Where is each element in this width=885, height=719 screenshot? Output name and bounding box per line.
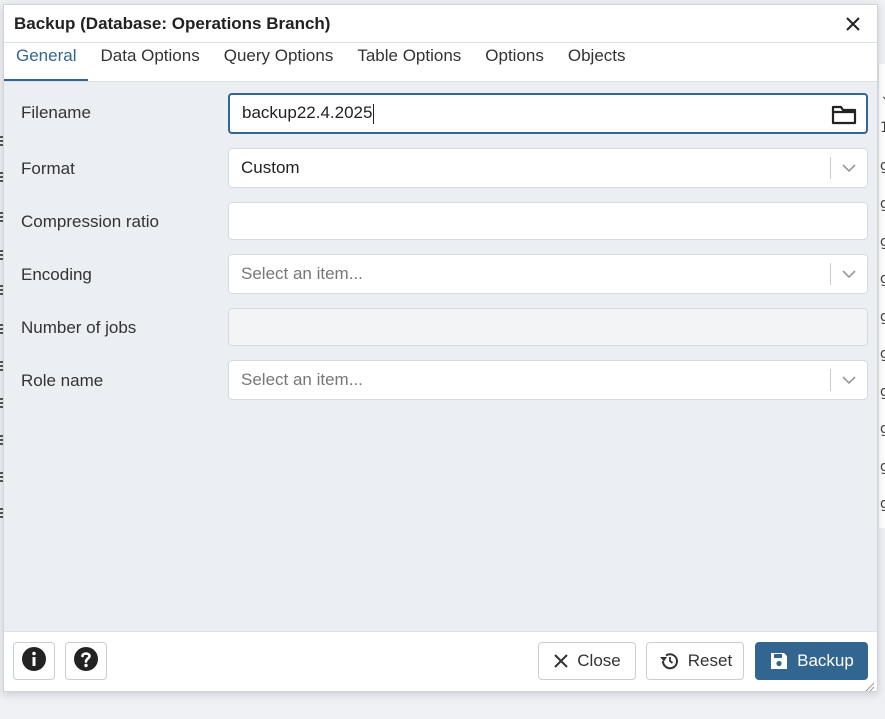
encoding-label: Encoding bbox=[21, 265, 92, 284]
format-value: Custom bbox=[241, 158, 300, 177]
tab-bar: General Data Options Query Options Table… bbox=[4, 43, 877, 82]
bg-glyph: g bbox=[880, 384, 885, 400]
close-icon bbox=[553, 653, 569, 669]
bg-glyph: 1 bbox=[880, 120, 885, 136]
info-button[interactable] bbox=[13, 642, 55, 680]
backup-button-label: Backup bbox=[797, 651, 854, 670]
tab-data-options[interactable]: Data Options bbox=[88, 42, 211, 81]
resize-handle[interactable] bbox=[865, 679, 875, 692]
text-caret bbox=[373, 103, 375, 124]
encoding-select[interactable]: Select an item... bbox=[228, 254, 868, 294]
help-button[interactable] bbox=[65, 642, 107, 680]
help-icon bbox=[73, 646, 99, 677]
format-select[interactable]: Custom bbox=[228, 148, 868, 188]
tab-table-options[interactable]: Table Options bbox=[345, 42, 473, 81]
backup-button[interactable]: Backup bbox=[755, 642, 868, 680]
bg-glyph: g bbox=[880, 421, 885, 437]
reset-button-label: Reset bbox=[687, 651, 733, 670]
tab-general[interactable]: General bbox=[4, 42, 89, 81]
bg-glyph: ⌄ bbox=[880, 88, 885, 104]
close-icon[interactable] bbox=[839, 10, 867, 38]
reset-button[interactable]: Reset bbox=[646, 642, 744, 680]
folder-icon[interactable] bbox=[822, 103, 866, 125]
bg-glyph: g bbox=[880, 346, 885, 362]
backup-dialog: Backup (Database: Operations Branch) Gen… bbox=[3, 4, 878, 692]
jobs-input[interactable] bbox=[228, 308, 868, 346]
filename-input[interactable]: backup22.4.2025 bbox=[228, 93, 868, 134]
bg-glyph: g bbox=[880, 496, 885, 512]
filename-value-wrap: backup22.4.2025 bbox=[242, 103, 822, 124]
role-select[interactable]: Select an item... bbox=[228, 360, 868, 400]
role-placeholder: Select an item... bbox=[241, 370, 363, 389]
info-icon bbox=[21, 646, 47, 677]
compression-input[interactable] bbox=[228, 202, 868, 240]
close-button-label: Close bbox=[577, 651, 621, 670]
tab-query-options[interactable]: Query Options bbox=[212, 42, 346, 81]
filename-label: Filename bbox=[21, 103, 91, 122]
chevron-down-icon[interactable] bbox=[831, 269, 867, 279]
encoding-placeholder: Select an item... bbox=[241, 264, 363, 283]
save-icon bbox=[769, 651, 789, 671]
bg-glyph: g bbox=[880, 234, 885, 250]
bg-glyph: g bbox=[880, 271, 885, 287]
reset-icon bbox=[658, 651, 680, 671]
bg-glyph: g bbox=[880, 158, 885, 174]
dialog-title: Backup (Database: Operations Branch) bbox=[14, 13, 331, 33]
bg-glyph: g bbox=[880, 459, 885, 475]
role-label: Role name bbox=[21, 371, 104, 390]
close-button[interactable]: Close bbox=[538, 642, 636, 680]
format-label: Format bbox=[21, 159, 75, 178]
filename-value: backup22.4.2025 bbox=[242, 103, 373, 123]
chevron-down-icon[interactable] bbox=[831, 163, 867, 173]
bg-glyph: g bbox=[880, 309, 885, 325]
tab-options[interactable]: Options bbox=[473, 42, 556, 81]
dialog-titlebar: Backup (Database: Operations Branch) bbox=[4, 5, 877, 43]
chevron-down-icon[interactable] bbox=[831, 375, 867, 385]
compression-label: Compression ratio bbox=[21, 212, 159, 231]
jobs-label: Number of jobs bbox=[21, 318, 137, 337]
bg-glyph: g bbox=[880, 196, 885, 212]
tab-objects[interactable]: Objects bbox=[556, 42, 638, 81]
dialog-footer: Close Reset Backup bbox=[4, 631, 877, 692]
